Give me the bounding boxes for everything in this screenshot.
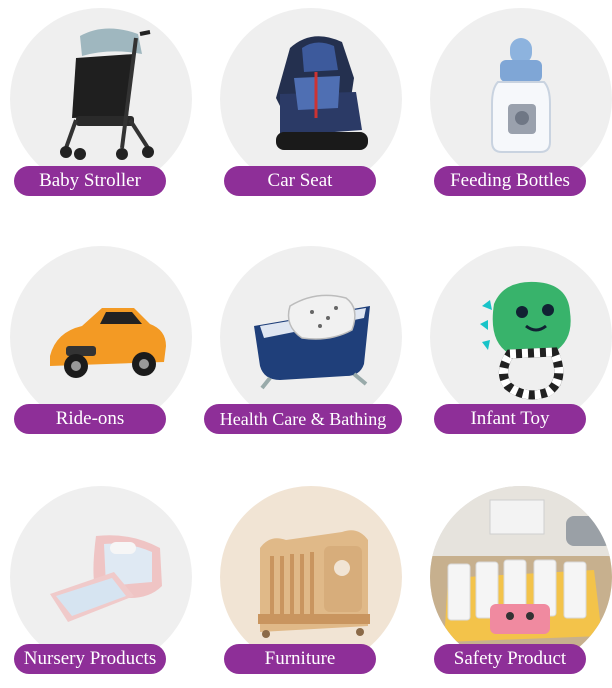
car-seat-image[interactable]: [220, 8, 402, 190]
category-grid: Baby Stroller Car Seat Feeding Bottles R…: [0, 0, 612, 682]
category-baby-stroller[interactable]: Baby Stroller: [0, 0, 200, 210]
category-nursery-products[interactable]: Nursery Products: [0, 478, 200, 688]
teether-toy-image[interactable]: [430, 246, 612, 428]
category-label: Safety Product: [434, 644, 586, 674]
crib-image[interactable]: [220, 486, 402, 668]
category-health-care-bathing[interactable]: Health Care & Bathing: [204, 238, 410, 448]
category-label: Ride-ons: [14, 404, 166, 434]
category-label: Furniture: [224, 644, 376, 674]
category-label: Infant Toy: [434, 404, 586, 434]
category-label: Health Care & Bathing: [204, 404, 402, 434]
baby-bathtub-image[interactable]: [220, 246, 402, 428]
category-feeding-bottles[interactable]: Feeding Bottles: [420, 0, 612, 210]
category-label: Car Seat: [224, 166, 376, 196]
ride-on-car-image[interactable]: [10, 246, 192, 428]
category-label: Baby Stroller: [14, 166, 166, 196]
category-ride-ons[interactable]: Ride-ons: [0, 238, 200, 448]
category-label: Feeding Bottles: [434, 166, 586, 196]
category-safety-product[interactable]: Safety Product: [420, 478, 612, 688]
feeding-bottle-image[interactable]: [430, 8, 612, 190]
category-label: Nursery Products: [14, 644, 166, 674]
stroller-image[interactable]: [10, 8, 192, 190]
category-infant-toy[interactable]: Infant Toy: [420, 238, 612, 448]
category-furniture[interactable]: Furniture: [210, 478, 410, 688]
playpen-image[interactable]: [430, 486, 612, 668]
baby-nest-image[interactable]: [10, 486, 192, 668]
category-car-seat[interactable]: Car Seat: [210, 0, 410, 210]
